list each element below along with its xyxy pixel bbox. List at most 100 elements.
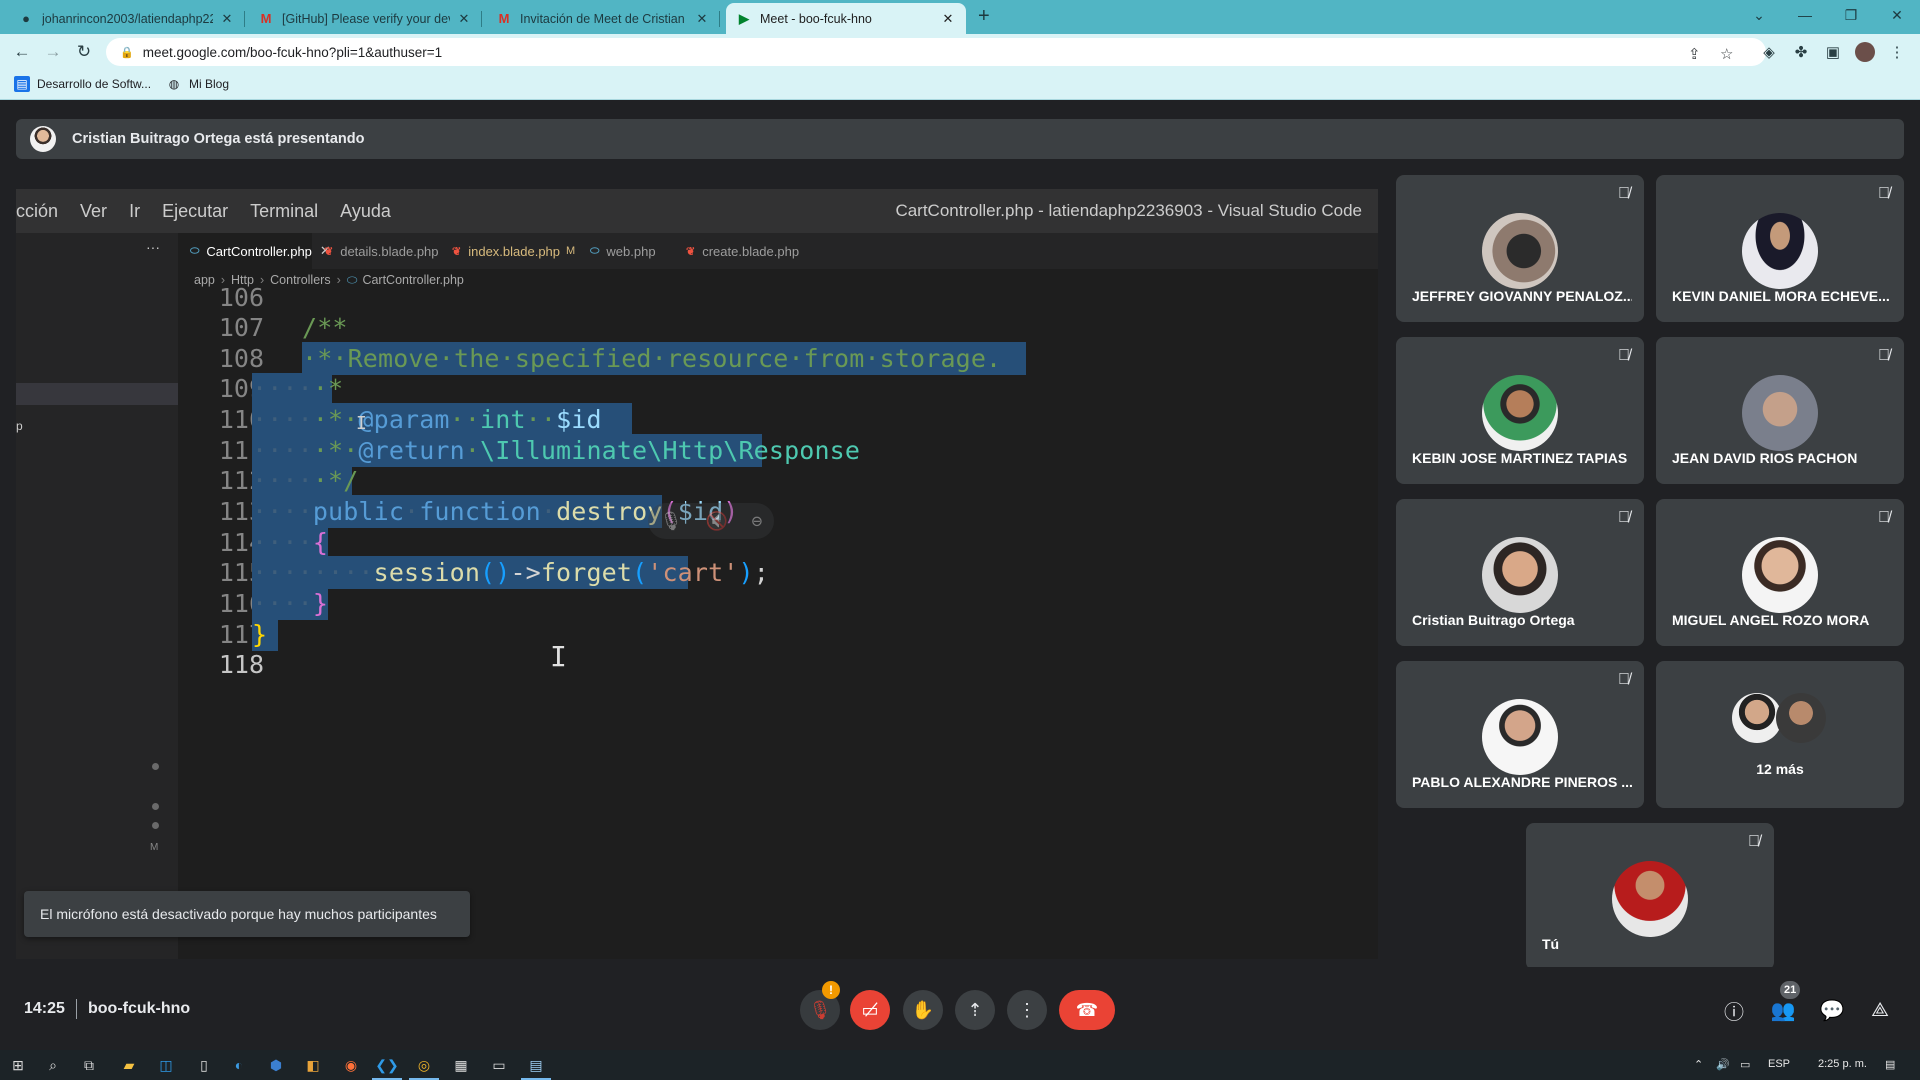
close-tab-icon[interactable]: ✕	[940, 11, 956, 27]
close-tab-icon[interactable]: ✕	[694, 11, 710, 27]
close-window-icon[interactable]: ✕	[1874, 0, 1920, 30]
tab-index-blade[interactable]: ❦ index.blade.php M	[440, 233, 587, 269]
php-file-icon: ⬭	[190, 244, 200, 257]
notepad-icon[interactable]: ▯	[194, 1055, 214, 1075]
windows-start-icon[interactable]: ⊞	[8, 1055, 28, 1075]
task-view-icon[interactable]: ⧉	[79, 1055, 99, 1075]
php-file-icon: ⬭	[590, 244, 600, 257]
present-screen-button[interactable]: ⇡	[955, 990, 995, 1030]
php-file-icon: ⬭	[346, 272, 358, 287]
code-editor[interactable]: 106 107 108 109 110 111 112 113 114 115 …	[178, 283, 1378, 959]
camera-toggle-button[interactable]: ▭̸	[850, 990, 890, 1030]
breadcrumb: app › Http › Controllers › ⬭ CartController…	[178, 269, 1378, 291]
extension-icon[interactable]: ◈	[1757, 40, 1781, 64]
explorer-item-fragment[interactable]: p	[16, 419, 23, 433]
chrome-icon[interactable]: ◎	[409, 1055, 439, 1080]
sublime-icon[interactable]: ◧	[303, 1055, 323, 1075]
search-icon[interactable]: ⌕	[43, 1055, 63, 1075]
forward-icon[interactable]: →	[41, 40, 65, 64]
puzzle-icon[interactable]: ✤	[1789, 40, 1813, 64]
globe-icon: ◍	[168, 77, 180, 91]
bookmark-desarrollo[interactable]: ▤ Desarrollo de Softw...	[14, 76, 151, 92]
vscode-icon[interactable]: ❮❯	[372, 1055, 402, 1080]
bookmarks-bar: ▤ Desarrollo de Softw... ◍ Mi Blog	[0, 70, 1920, 100]
mic-off-icon: 🎙̸	[1748, 833, 1760, 850]
participant-tile[interactable]: 🎙̸ JEFFREY GIOVANNY PENALOZ...	[1396, 175, 1644, 322]
people-icon[interactable]: 👥	[1769, 996, 1797, 1024]
system-clock[interactable]: 2:25 p. m.	[1818, 1058, 1867, 1070]
bookmark-star-icon[interactable]: ☆	[1720, 45, 1733, 63]
self-tile[interactable]: 🎙̸ Tú	[1526, 823, 1774, 970]
meet-stage: Cristian Buitrago Ortega está presentand…	[0, 101, 1920, 1050]
menu-terminal[interactable]: Terminal	[250, 201, 318, 222]
minimize-icon[interactable]: —	[1782, 0, 1828, 30]
participant-tile[interactable]: 🎙̸ JEAN DAVID RIOS PACHON	[1656, 337, 1904, 484]
more-options-button[interactable]: ⋮	[1007, 990, 1047, 1030]
share-icon[interactable]: ⇪	[1688, 45, 1701, 63]
language-indicator[interactable]: ESP	[1768, 1058, 1790, 1070]
participant-tile[interactable]: 🎙̸ MIGUEL ANGEL ROZO MORA	[1656, 499, 1904, 646]
back-icon[interactable]: ←	[10, 40, 34, 64]
menu-run[interactable]: Ejecutar	[162, 201, 228, 222]
breadcrumb-item[interactable]: CartController.php	[362, 273, 463, 287]
edge-icon[interactable]: ◐	[229, 1055, 249, 1075]
browser-tab-strip: ● johanrincon2003/latiendaphp2236903 ✕ M…	[0, 0, 1920, 34]
code-line-114: ····{	[252, 528, 329, 557]
code-line-116: ····}	[252, 589, 329, 618]
bookmark-mi-blog[interactable]: ◍ Mi Blog	[166, 76, 229, 92]
tab-cartcontroller[interactable]: ⬭ CartController.php ✕	[178, 233, 331, 269]
side-panel-icon[interactable]: ▣	[1821, 40, 1845, 64]
browser-tab-github[interactable]: ● johanrincon2003/latiendaphp2236903 ✕	[8, 3, 245, 34]
mic-off-icon: 🎙̸	[1878, 347, 1890, 364]
restore-icon[interactable]: ❐	[1828, 0, 1874, 30]
participant-tile[interactable]: 🎙̸ KEBIN JOSE MARTINEZ TAPIAS	[1396, 337, 1644, 484]
chrome-menu-icon[interactable]: ⋮	[1885, 40, 1909, 64]
participant-tile[interactable]: 🎙̸ Cristian Buitrago Ortega	[1396, 499, 1644, 646]
notes-icon[interactable]: ▤	[521, 1055, 551, 1080]
menu-go[interactable]: Ir	[129, 201, 140, 222]
menu-help[interactable]: Ayuda	[340, 201, 391, 222]
tab-search-icon[interactable]: ⌄	[1736, 0, 1782, 30]
breadcrumb-item[interactable]: Controllers	[270, 273, 330, 287]
raise-hand-button[interactable]: ✋	[903, 990, 943, 1030]
code-line-115: ········session()->forget('cart');	[252, 558, 769, 587]
more-vert-icon: ⋮	[1018, 999, 1036, 1020]
store-icon[interactable]: ◫	[156, 1055, 176, 1075]
profile-avatar[interactable]	[1853, 40, 1877, 64]
firefox-icon[interactable]: ◉	[341, 1055, 361, 1075]
meeting-info-icon[interactable]: ⓘ	[1720, 996, 1748, 1024]
network-icon[interactable]: ▭	[1740, 1058, 1750, 1071]
activities-icon[interactable]: ⟁	[1866, 996, 1894, 1024]
new-tab-icon[interactable]: +	[978, 5, 990, 28]
browser-tab-gmail-verify[interactable]: M [GitHub] Please verify your device ✕	[248, 3, 482, 34]
menu-selection[interactable]: cción	[16, 201, 58, 222]
menu-view[interactable]: Ver	[80, 201, 107, 222]
more-participants-tile[interactable]: 12 más	[1656, 661, 1904, 808]
explorer-selected-row[interactable]	[16, 383, 178, 405]
browser-tab-meet[interactable]: ▶ Meet - boo-fcuk-hno ✕	[726, 3, 966, 34]
participant-tile[interactable]: 🎙̸ KEVIN DANIEL MORA ECHEVE...	[1656, 175, 1904, 322]
leave-call-button[interactable]: ☎	[1059, 990, 1115, 1030]
avatar	[1482, 537, 1558, 613]
calendar-icon[interactable]: ▦	[451, 1055, 471, 1075]
app-icon[interactable]: ⬢	[266, 1055, 286, 1075]
tab-web-php[interactable]: ⬭ web.php	[578, 233, 668, 269]
file-explorer-icon[interactable]: ▰	[119, 1055, 139, 1075]
reload-icon[interactable]: ↻	[72, 40, 96, 64]
close-tab-icon[interactable]: ✕	[219, 11, 235, 27]
volume-icon[interactable]: 🔊	[1716, 1058, 1730, 1071]
browser-tab-gmail-invite[interactable]: M Invitación de Meet de Cristian Buitrag…	[486, 3, 720, 34]
presenter-avatar	[30, 126, 56, 152]
chat-icon[interactable]: 💬	[1818, 996, 1846, 1024]
tab-details-blade[interactable]: ❦ details.blade.php	[312, 233, 451, 269]
tray-chevron-icon[interactable]: ⌃	[1694, 1058, 1703, 1071]
notification-icon[interactable]: ▤	[1885, 1058, 1895, 1071]
address-bar[interactable]: 🔒 meet.google.com/boo-fcuk-hno?pli=1&aut…	[106, 38, 1766, 66]
meet-control-bar: 14:25 boo-fcuk-hno 🎙 ! ▭̸ ✋ ⇡ ⋮ ☎ ⓘ 👥 21…	[0, 967, 1920, 1050]
tab-create-blade[interactable]: ❦ create.blade.php	[674, 233, 811, 269]
close-tab-icon[interactable]: ✕	[456, 11, 472, 27]
more-actions-icon[interactable]: ···	[146, 239, 160, 255]
participant-tile[interactable]: 🎙̸ PABLO ALEXANDRE PINEROS ...	[1396, 661, 1644, 808]
laravel-file-icon: ❦	[452, 245, 462, 258]
terminal-icon[interactable]: ▭	[489, 1055, 509, 1075]
